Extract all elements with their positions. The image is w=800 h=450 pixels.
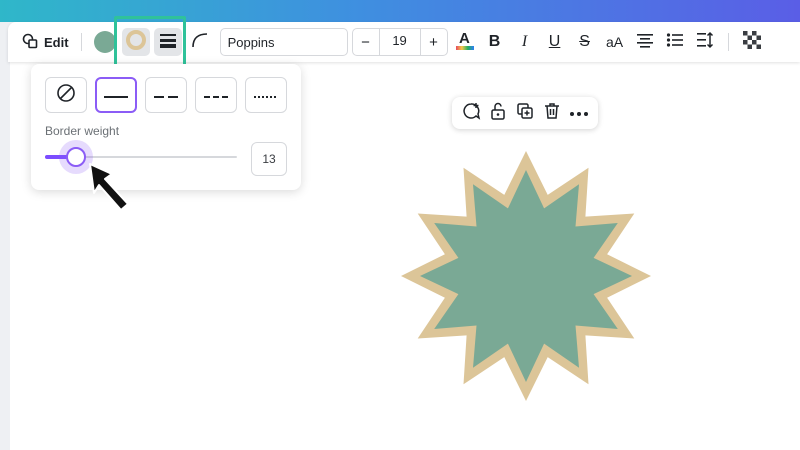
edit-label: Edit [44,34,69,50]
align-center-icon [636,32,654,53]
list-button[interactable] [660,28,690,56]
border-solid-option[interactable] [95,77,137,113]
element-action-bar [452,97,598,129]
svg-text:A: A [459,30,470,47]
corner-rounding-icon [191,31,209,54]
border-dotted-option[interactable] [245,77,287,113]
text-color-icon: A [455,29,475,56]
border-style-popover: Border weight 13 [31,64,301,190]
duplicate-icon [516,102,534,125]
transparency-button[interactable] [737,28,767,56]
solid-line-icon [104,86,128,104]
toolbar-divider [727,33,729,51]
toolbar-divider [80,33,82,51]
border-style-options [45,77,287,113]
transparency-icon [742,30,761,54]
edit-button[interactable]: Edit [18,28,73,56]
increase-size-button[interactable]: + [421,34,447,51]
lock-button[interactable] [486,101,510,125]
trash-icon [543,102,561,125]
border-none-option[interactable] [45,77,87,113]
bullet-list-icon [666,32,684,53]
delete-button[interactable] [540,101,564,125]
line-spacing-icon [696,31,714,54]
strikethrough-button[interactable]: S [570,28,600,56]
long-dash-icon [154,86,178,104]
editor-toolbar: Edit Poppins − 19 + A B I U S aA [8,22,800,62]
bold-button[interactable]: B [480,28,510,56]
border-color-button[interactable] [121,28,150,56]
dotted-line-icon [254,86,278,104]
font-family-value: Poppins [227,34,275,50]
spacing-button[interactable] [690,28,720,56]
more-icon [569,104,589,122]
app-header-strip [0,0,800,22]
italic-button[interactable]: I [510,28,540,56]
duplicate-button[interactable] [513,101,537,125]
border-short-dash-option[interactable] [195,77,237,113]
font-size-stepper: − 19 + [351,28,448,56]
no-border-icon [56,83,76,108]
border-long-dash-option[interactable] [145,77,187,113]
letter-case-button[interactable]: aA [600,28,630,56]
font-size-value[interactable]: 19 [378,28,421,56]
mouse-pointer-icon [88,162,142,214]
fill-color-swatch[interactable] [93,31,116,53]
comment-add-icon [461,101,481,126]
align-button[interactable] [630,28,660,56]
star-shape[interactable] [400,150,652,402]
border-weight-label: Border weight [45,124,120,138]
corner-rounding-button[interactable] [186,28,214,56]
underline-button[interactable]: U [540,28,570,56]
font-family-select[interactable]: Poppins [219,28,348,56]
short-dash-icon [204,86,228,104]
border-style-button[interactable] [153,28,182,56]
shapes-icon [22,33,38,52]
border-weight-slider-thumb[interactable] [65,147,86,167]
border-style-icon [159,31,177,54]
unlock-icon [489,101,507,126]
border-color-icon [125,29,147,56]
add-comment-button[interactable] [459,101,483,125]
decrease-size-button[interactable]: − [353,34,379,51]
text-color-button[interactable]: A [450,28,480,56]
more-options-button[interactable] [567,101,591,125]
border-weight-input[interactable]: 13 [251,142,287,176]
